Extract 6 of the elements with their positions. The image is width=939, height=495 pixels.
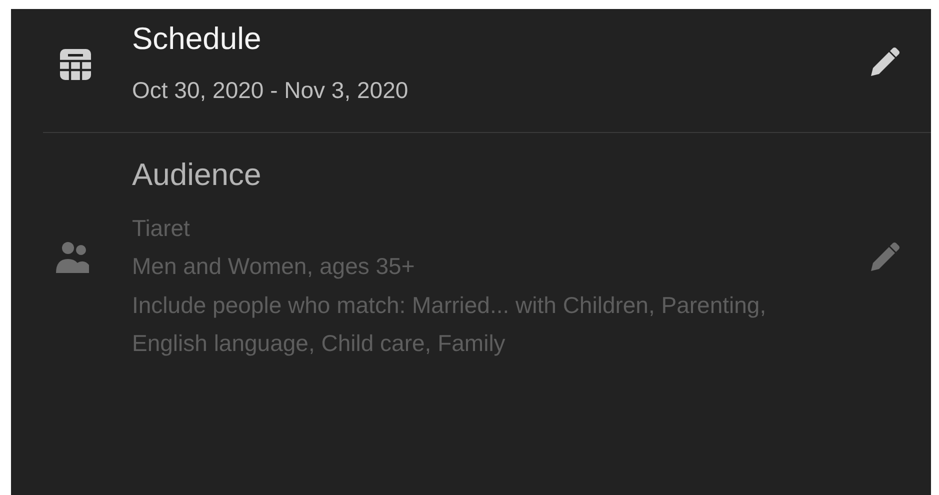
section-detail: Oct 30, 2020 - Nov 3, 2020 xyxy=(132,76,410,105)
section-title: Audience xyxy=(132,156,262,194)
section-title: Schedule xyxy=(132,20,262,58)
section-detail: Tiaret xyxy=(132,214,191,242)
section-detail: Men and Women, ages 35+ xyxy=(132,252,416,281)
section-detail: Include people who match: Married... with Children, Parenting, English language, Child care, Family xyxy=(132,290,768,358)
